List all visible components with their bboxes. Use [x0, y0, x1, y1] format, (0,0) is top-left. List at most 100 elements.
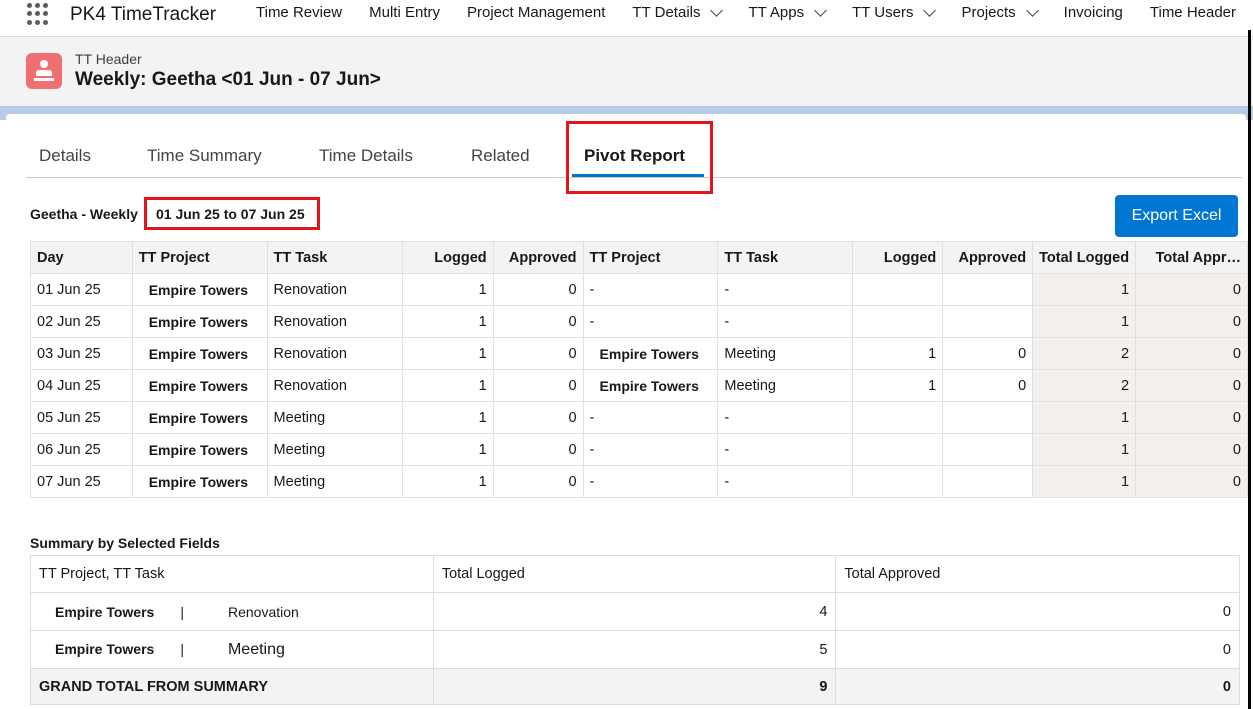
pivot-cell: Empire Towers: [582, 337, 719, 370]
chevron-down-icon[interactable]: [1025, 3, 1039, 17]
pivot-cell: -: [717, 433, 853, 466]
export-excel-button[interactable]: Export Excel: [1115, 195, 1238, 237]
pivot-cell: 0: [492, 433, 584, 466]
summary-row: Empire Towers | Meeting 5 0: [30, 630, 1240, 669]
pivot-col-header: Day: [30, 241, 133, 274]
pivot-cell: 1: [401, 465, 494, 498]
summary-table: TT Project, TT Task Total Logged Total A…: [30, 555, 1240, 705]
tab-details[interactable]: Details: [39, 146, 91, 166]
pivot-cell: 1: [1032, 465, 1137, 498]
tab-time-summary[interactable]: Time Summary: [147, 146, 262, 166]
summary-title: Summary by Selected Fields: [30, 535, 220, 551]
chevron-down-icon[interactable]: [710, 3, 724, 17]
pivot-cell: -: [582, 465, 719, 498]
pivot-row: 01 Jun 25 Empire Towers Renovation 1 0- -1 0: [30, 273, 1248, 306]
nav-item-label: Multi Entry: [369, 4, 440, 21]
pivot-cell: Renovation: [266, 337, 403, 370]
pivot-cell: Meeting: [266, 465, 403, 498]
pivot-cell: Renovation: [266, 273, 403, 306]
pivot-cell: 0: [492, 401, 584, 434]
record-header: TT Header Weekly: Geetha <01 Jun - 07 Ju…: [0, 36, 1253, 106]
nav-item-time-header[interactable]: Time Header: [1150, 4, 1236, 21]
nav-item-project-management[interactable]: Project Management: [467, 4, 605, 21]
window-edge: [1248, 30, 1251, 709]
pivot-cell: 01 Jun 25: [30, 273, 133, 306]
app-name: PK4 TimeTracker: [70, 4, 217, 25]
summary-separator: |: [180, 640, 184, 657]
waffle-icon[interactable]: [27, 3, 49, 25]
pivot-cell: 0: [492, 337, 584, 370]
report-owner: Geetha - Weekly: [30, 206, 138, 222]
nav-item-projects[interactable]: Projects: [961, 3, 1039, 21]
grand-total-logged: 9: [432, 668, 837, 705]
pivot-cell: 1: [401, 305, 494, 338]
nav-bar: Time Review Multi Entry Project Management…: [256, 3, 1236, 21]
pivot-cell: 2: [1032, 369, 1137, 402]
nav-item-tt-details[interactable]: TT Details: [632, 3, 724, 21]
pivot-row: 04 Jun 25 Empire Towers Renovation 1 0 Empire…: [30, 369, 1248, 402]
chevron-down-icon[interactable]: [814, 3, 827, 17]
pivot-cell: 0: [1135, 305, 1248, 338]
pivot-cell: Renovation: [266, 369, 403, 402]
object-label: TT Header: [75, 51, 142, 67]
nav-item-time-review[interactable]: Time Review: [256, 4, 342, 21]
pivot-cell: [942, 305, 1034, 338]
summary-project-task: Empire Towers | Renovation: [30, 592, 434, 631]
pivot-col-header: Approved: [942, 241, 1034, 274]
pivot-col-header: Logged: [851, 241, 944, 274]
global-nav: PK4 TimeTracker Time Review Multi Entry Pr…: [0, 0, 1253, 30]
pivot-cell: Empire Towers: [131, 401, 268, 434]
pivot-row: 07 Jun 25 Empire Towers Meeting 1 0- -1 0: [30, 465, 1248, 498]
nav-item-tt-apps[interactable]: TT Apps: [748, 3, 827, 21]
pivot-cell: Meeting: [266, 433, 403, 466]
tab-time-details[interactable]: Time Details: [319, 146, 413, 166]
pivot-col-header: Logged: [401, 241, 494, 274]
pivot-cell: -: [582, 305, 719, 338]
pivot-cell: 0: [1135, 273, 1248, 306]
pivot-cell: Meeting: [266, 401, 403, 434]
pivot-cell: -: [582, 401, 719, 434]
tab-related[interactable]: Related: [471, 146, 530, 166]
pivot-cell: 05 Jun 25: [30, 401, 133, 434]
pivot-cell: 0: [1135, 401, 1248, 434]
pivot-cell: Empire Towers: [131, 337, 268, 370]
pivot-cell: Meeting: [717, 369, 853, 402]
pivot-cell: 1: [851, 337, 944, 370]
pivot-cell: [942, 465, 1034, 498]
nav-item-multi-entry[interactable]: Multi Entry: [369, 4, 440, 21]
pivot-cell: 0: [942, 369, 1034, 402]
pivot-cell: 0: [1135, 465, 1248, 498]
pivot-cell: 1: [401, 369, 494, 402]
nav-item-tt-users[interactable]: TT Users: [852, 3, 937, 21]
pivot-row: 03 Jun 25 Empire Towers Renovation 1 0 Empire…: [30, 337, 1248, 370]
pivot-cell: 0: [492, 273, 584, 306]
nav-item-label: Invoicing: [1063, 4, 1123, 21]
pivot-col-header: Total Logged: [1032, 241, 1137, 274]
record-title: Weekly: Geetha <01 Jun - 07 Jun>: [75, 69, 381, 90]
pivot-cell: [942, 433, 1034, 466]
pivot-cell: 02 Jun 25: [30, 305, 133, 338]
pivot-col-header: TT Task: [266, 241, 403, 274]
summary-approved: 0: [835, 630, 1240, 669]
chevron-down-icon[interactable]: [923, 3, 937, 17]
pivot-cell: 0: [942, 337, 1034, 370]
pivot-cell: 1: [1032, 305, 1137, 338]
nav-item-invoicing[interactable]: Invoicing: [1064, 4, 1123, 21]
pivot-table: Day TT Project TT Task Logged Approved TT Pro…: [30, 241, 1248, 498]
pivot-row: 05 Jun 25 Empire Towers Meeting 1 0- -1 0: [30, 401, 1248, 434]
pivot-cell: 0: [492, 369, 584, 402]
pivot-cell: 1: [851, 369, 944, 402]
summary-approved: 0: [835, 592, 1240, 631]
pivot-cell: Empire Towers: [131, 305, 268, 338]
pivot-cell: [851, 433, 944, 466]
pivot-cell: 1: [401, 273, 494, 306]
pivot-cell: 1: [1032, 401, 1137, 434]
pivot-row: 06 Jun 25 Empire Towers Meeting 1 0- -1 0: [30, 433, 1248, 466]
summary-col-total-logged: Total Logged: [432, 555, 837, 593]
pivot-cell: 04 Jun 25: [30, 369, 133, 402]
pivot-cell: 0: [492, 465, 584, 498]
summary-task: Renovation: [227, 603, 299, 620]
pivot-col-header: TT Project: [582, 241, 719, 274]
pivot-col-header: Total Appr…: [1135, 241, 1248, 274]
pivot-cell: 1: [401, 433, 494, 466]
